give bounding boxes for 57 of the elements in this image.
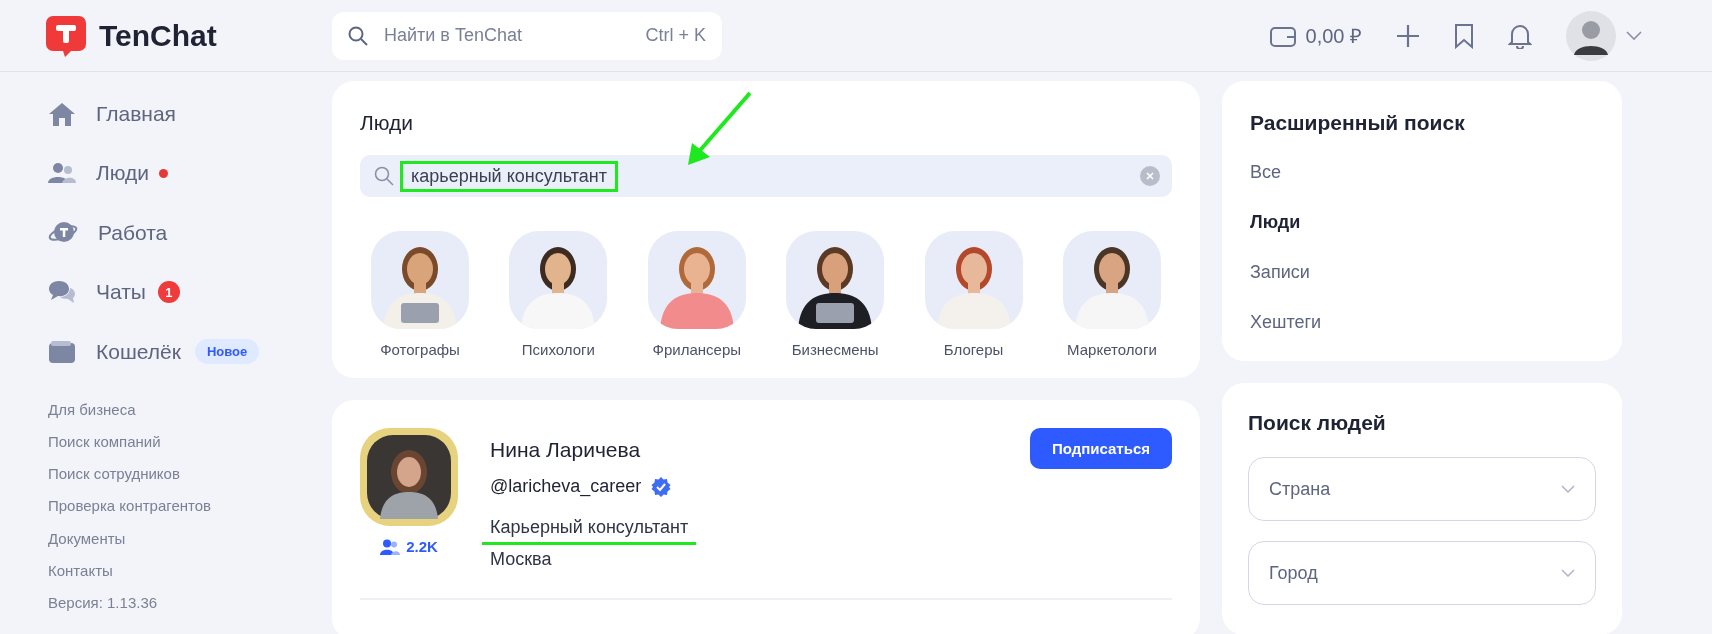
chat-icon: [48, 279, 76, 306]
nav-item[interactable]: Работа: [48, 203, 332, 263]
category-item[interactable]: Фрилансеры: [636, 231, 757, 358]
search-icon: [348, 25, 368, 46]
nav-item[interactable]: Люди: [48, 143, 332, 203]
people-search-field[interactable]: карьерный консультант: [360, 155, 1172, 197]
chevron-down-icon: [1561, 485, 1575, 493]
person-position: Карьерный консультант: [482, 517, 697, 545]
person-handle: @laricheva_career: [490, 476, 642, 497]
footer-link[interactable]: Документы: [48, 522, 126, 555]
wallet-icon: [48, 339, 76, 364]
wallet-icon[interactable]: [1269, 24, 1296, 47]
logo-text: TenChat: [99, 18, 217, 53]
nav-item[interactable]: Главная: [48, 84, 332, 144]
nav-item[interactable]: Чаты 1: [48, 262, 332, 322]
filter-option[interactable]: Записи: [1250, 247, 1310, 297]
subscribe-button[interactable]: Подписаться: [1029, 428, 1172, 469]
chevron-down-icon: [1561, 569, 1575, 577]
person-city: Москва: [490, 549, 553, 570]
people-icon: [380, 538, 401, 555]
filter-option[interactable]: Люди: [1250, 197, 1301, 247]
card-title: Расширенный поиск: [1250, 111, 1466, 135]
bell-icon[interactable]: [1508, 22, 1532, 49]
dropdown[interactable]: Страна: [1248, 457, 1596, 521]
chevron-down-icon[interactable]: [1626, 30, 1642, 41]
footer-link[interactable]: Поиск сотрудников: [48, 458, 180, 491]
new-tag: Новое: [194, 339, 260, 365]
footer-link[interactable]: Контакты: [48, 555, 113, 588]
followers-count: 2.2K: [380, 538, 438, 555]
people-icon: [48, 162, 76, 185]
close-icon: [1146, 172, 1154, 180]
logo-icon: [45, 13, 87, 58]
card-title: Люди: [360, 111, 415, 135]
search-icon: [374, 166, 394, 186]
footer-link[interactable]: Для бизнеса: [48, 393, 136, 426]
footer-link[interactable]: Поиск компаний: [48, 425, 161, 459]
shortcut-hint: Ctrl + K: [645, 25, 706, 46]
unread-count: 1: [157, 281, 180, 304]
dropdown[interactable]: Город: [1248, 541, 1596, 605]
category-item[interactable]: Блогеры: [913, 231, 1034, 358]
category-item[interactable]: Фотографы: [360, 231, 480, 358]
avatar-icon[interactable]: [1566, 10, 1616, 61]
home-icon: [48, 100, 76, 127]
person-name[interactable]: Нина Ларичева: [490, 438, 998, 462]
nav-item[interactable]: Кошелёк Новое: [48, 322, 332, 382]
footer-link[interactable]: Проверка контрагентов: [48, 490, 212, 523]
filter-option[interactable]: Хештеги: [1250, 297, 1322, 347]
category-item[interactable]: Бизнесмены: [775, 231, 896, 358]
category-item[interactable]: Маркетологи: [1051, 231, 1172, 358]
balance: 0,00 ₽: [1305, 24, 1362, 49]
search-field[interactable]: Найти в TenChat Ctrl + K: [332, 11, 722, 60]
plus-icon[interactable]: [1396, 23, 1420, 48]
bookmark-icon[interactable]: [1454, 22, 1474, 49]
version-text: Версия: 1.13.36: [48, 593, 159, 614]
filter-option[interactable]: Все: [1250, 147, 1282, 197]
card-title: Поиск людей: [1248, 411, 1387, 435]
category-item[interactable]: Психологи: [498, 231, 619, 358]
